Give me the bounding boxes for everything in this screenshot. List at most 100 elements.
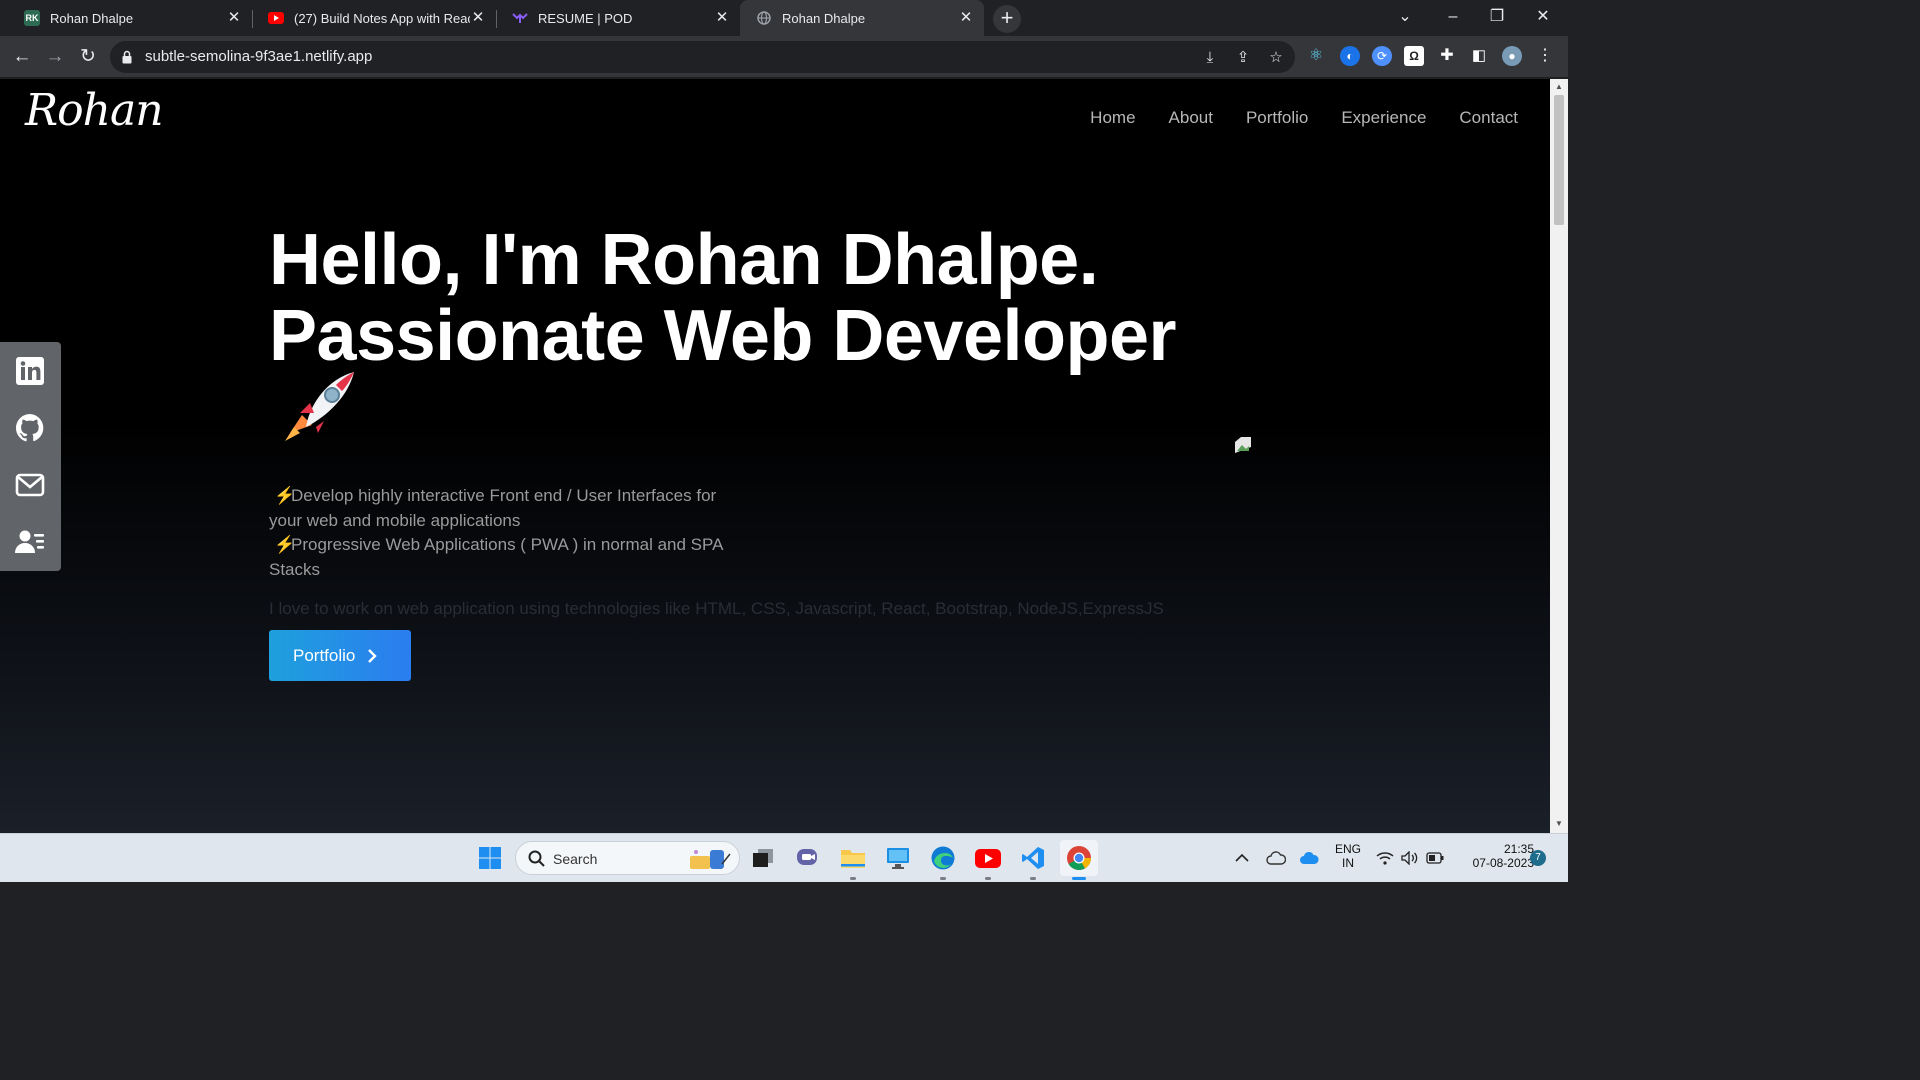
clock-time: 21:35 — [1503, 842, 1534, 856]
reload-button[interactable]: ↻ — [74, 43, 102, 71]
close-tab-icon[interactable]: ✕ — [714, 10, 730, 26]
search-icon — [528, 850, 545, 867]
close-tab-icon[interactable]: ✕ — [470, 10, 486, 26]
running-indicator — [940, 877, 946, 880]
running-indicator — [985, 877, 991, 880]
tab-youtube[interactable]: (27) Build Notes App with React.js ✕ — [252, 2, 496, 34]
clock[interactable]: 21:35 07-08-2023 — [1454, 842, 1534, 870]
bookmark-star-icon[interactable]: ☆ — [1266, 48, 1286, 68]
site-nav: Home About Portfolio Experience Contact — [1090, 108, 1518, 128]
onedrive-icon[interactable] — [1296, 842, 1322, 874]
language-code: ENG — [1334, 842, 1361, 856]
restore-button[interactable]: ❐ — [1482, 4, 1512, 30]
taskbar-search[interactable]: Search — [515, 841, 740, 875]
nav-about[interactable]: About — [1169, 108, 1213, 128]
tab-title: RESUME | POD — [538, 10, 633, 26]
service-item: ⚡Develop highly interactive Front end / … — [269, 484, 739, 533]
pod-favicon-icon — [512, 10, 528, 26]
portfolio-button[interactable]: Portfolio — [269, 630, 411, 681]
social-sidebar — [0, 342, 61, 571]
windows-start-icon[interactable] — [474, 842, 506, 874]
address-bar[interactable]: subtle-semolina-9f3ae1.netlify.app ⤓ ⇪ ☆ — [110, 41, 1295, 73]
resume-icon[interactable] — [14, 526, 46, 558]
edge-browser-icon[interactable] — [927, 842, 959, 874]
battery-icon[interactable] — [1423, 842, 1447, 874]
hero-heading: Hello, I'm Rohan Dhalpe. Passionate Web … — [269, 220, 1177, 376]
hero-line-1: Hello, I'm Rohan Dhalpe. — [269, 220, 1099, 300]
services-list: ⚡Develop highly interactive Front end / … — [269, 484, 739, 582]
tab-title: Rohan Dhalpe — [782, 10, 866, 26]
language-indicator[interactable]: ENG IN — [1330, 842, 1366, 870]
nav-home[interactable]: Home — [1090, 108, 1135, 128]
mail-icon[interactable] — [14, 469, 46, 501]
extension-omega-icon[interactable]: Ω — [1404, 46, 1424, 66]
site-logo[interactable]: Rohan — [25, 85, 164, 136]
task-view-icon[interactable] — [747, 842, 779, 874]
teams-chat-icon[interactable] — [792, 842, 824, 874]
service-text: Progressive Web Applications ( PWA ) in … — [269, 535, 723, 579]
share-icon[interactable]: ⇪ — [1233, 48, 1253, 68]
close-tab-icon[interactable]: ✕ — [958, 10, 974, 26]
service-item: ⚡Progressive Web Applications ( PWA ) in… — [269, 533, 739, 582]
tab-rohan-dhalpe-1[interactable]: RK Rohan Dhalpe ✕ — [8, 2, 252, 34]
extension-sync-icon[interactable]: ⟳ — [1372, 46, 1392, 66]
close-window-button[interactable]: ✕ — [1528, 4, 1558, 30]
tab-resume-pod[interactable]: RESUME | POD ✕ — [496, 2, 740, 34]
minimize-button[interactable]: – — [1438, 4, 1468, 30]
search-highlight-icon — [690, 850, 731, 869]
wifi-icon[interactable] — [1373, 842, 1397, 874]
linkedin-icon[interactable] — [14, 355, 46, 387]
close-tab-icon[interactable]: ✕ — [226, 10, 242, 26]
vscode-icon[interactable] — [1017, 842, 1049, 874]
page-viewport: Rohan Home About Portfolio Experience Co… — [0, 79, 1550, 833]
nav-portfolio[interactable]: Portfolio — [1246, 108, 1308, 128]
extensions-puzzle-icon[interactable]: ✚ — [1437, 46, 1457, 66]
youtube-favicon-icon — [268, 10, 284, 26]
notification-badge[interactable]: 7 — [1530, 850, 1546, 866]
rk-favicon-icon: RK — [24, 10, 40, 26]
desktop-app-icon[interactable] — [882, 842, 914, 874]
technologies-text: I love to work on web application using … — [269, 599, 1164, 618]
url-text[interactable]: subtle-semolina-9f3ae1.netlify.app — [145, 48, 372, 65]
service-text: Develop highly interactive Front end / U… — [269, 486, 717, 530]
profile-avatar[interactable]: ● — [1502, 46, 1522, 66]
region-code: IN — [1342, 856, 1354, 870]
clock-date: 07-08-2023 — [1472, 856, 1534, 870]
github-icon[interactable] — [14, 412, 46, 444]
running-indicator — [1030, 877, 1036, 880]
menu-kebab-icon[interactable]: ⋮ — [1535, 46, 1555, 66]
youtube-app-icon[interactable] — [972, 842, 1004, 874]
scroll-down-icon[interactable]: ▼ — [1554, 819, 1564, 829]
nav-contact[interactable]: Contact — [1459, 108, 1518, 128]
show-hidden-icons-chevron-icon[interactable] — [1230, 842, 1254, 874]
hero-line-2: Passionate Web Developer — [269, 296, 1177, 376]
scroll-up-icon[interactable]: ▲ — [1554, 82, 1564, 92]
running-indicator — [850, 877, 856, 880]
scroll-thumb[interactable] — [1554, 95, 1564, 225]
tab-search-chevron-icon[interactable]: ⌄ — [1390, 4, 1420, 30]
active-indicator — [1072, 877, 1086, 880]
volume-icon[interactable] — [1398, 842, 1422, 874]
install-app-icon[interactable]: ⤓ — [1200, 48, 1220, 68]
tab-rohan-dhalpe-active[interactable]: Rohan Dhalpe ✕ — [740, 0, 984, 36]
nav-experience[interactable]: Experience — [1341, 108, 1426, 128]
rocket-icon — [285, 372, 354, 441]
side-panel-icon[interactable]: ◧ — [1469, 46, 1489, 66]
new-tab-button[interactable]: + — [993, 5, 1021, 33]
chrome-icon[interactable] — [1060, 840, 1098, 876]
react-devtools-icon[interactable]: ⚛ — [1306, 46, 1326, 66]
back-button[interactable]: ← — [8, 43, 36, 71]
windows-taskbar: Search ENG IN 21:35 07-08-2023 7 — [0, 833, 1568, 882]
page-scrollbar[interactable]: ▲ ▼ — [1550, 79, 1568, 833]
cloud-icon[interactable] — [1263, 842, 1289, 874]
chevron-right-icon — [368, 648, 378, 663]
tab-title: Rohan Dhalpe — [50, 10, 134, 26]
tab-title: (27) Build Notes App with React.js — [294, 10, 470, 26]
broken-image-icon — [1235, 437, 1251, 453]
forward-button[interactable]: → — [41, 43, 69, 71]
extension-blue-icon[interactable]: ◐ — [1340, 46, 1360, 66]
lock-icon[interactable] — [122, 50, 132, 64]
lightning-icon: ⚡ — [274, 486, 296, 505]
search-placeholder: Search — [553, 851, 598, 867]
file-explorer-icon[interactable] — [837, 842, 869, 874]
